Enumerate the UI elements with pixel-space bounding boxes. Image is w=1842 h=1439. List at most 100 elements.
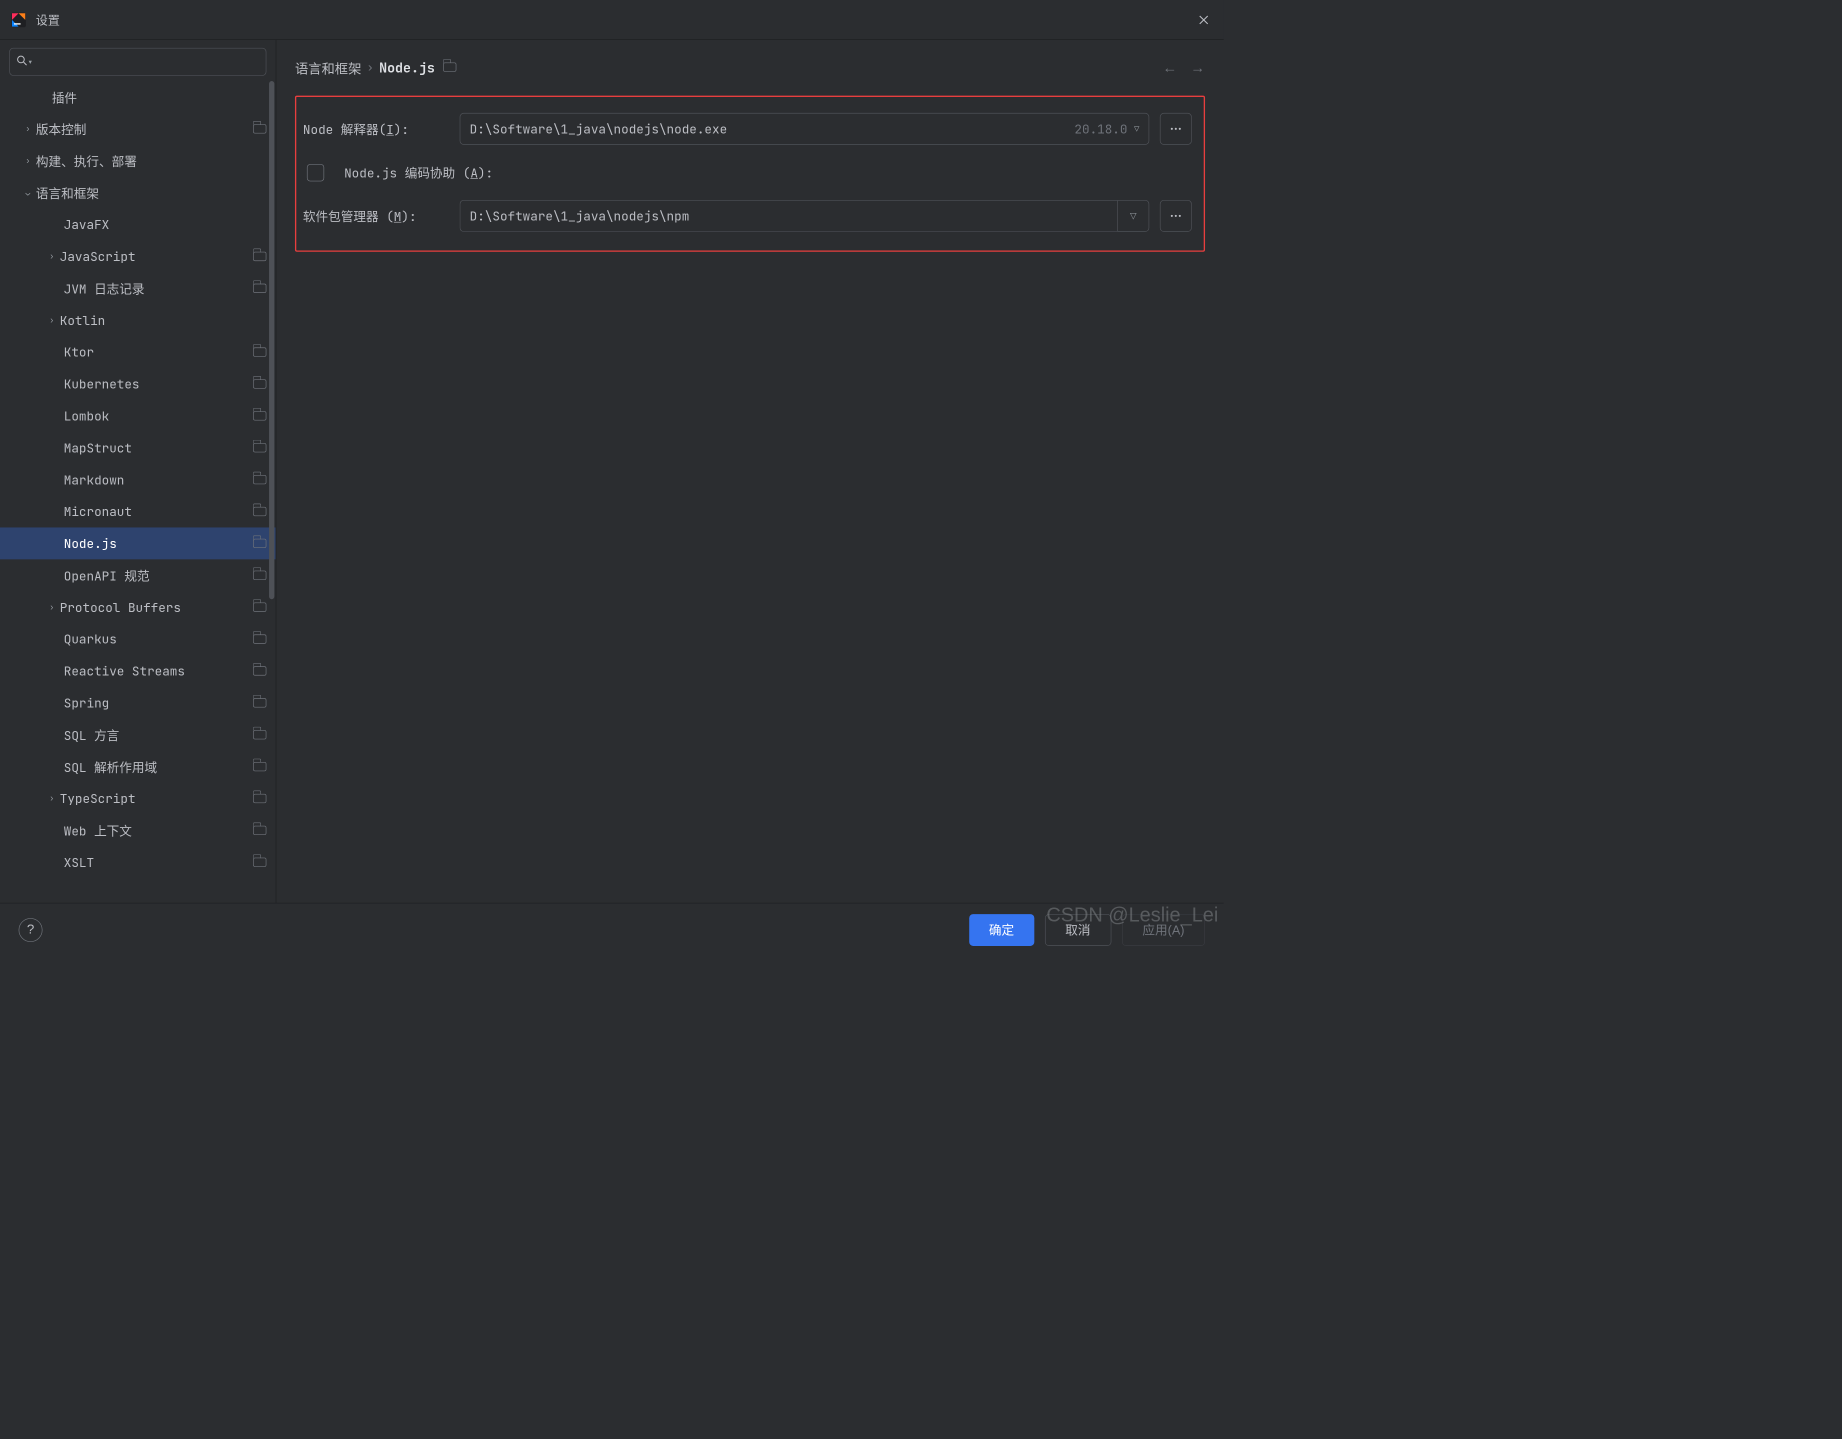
chevron-right-icon: › xyxy=(44,251,60,262)
chevron-down-icon: ▽ xyxy=(1130,211,1137,222)
ellipsis-icon xyxy=(1170,128,1181,131)
chevron-right-icon: › xyxy=(44,602,60,613)
project-scope-icon xyxy=(253,379,266,388)
coding-assist-checkbox[interactable] xyxy=(307,164,324,181)
sidebar-item-label: MapStruct xyxy=(64,439,253,456)
sidebar-item[interactable]: ›JavaScript xyxy=(0,240,276,272)
chevron-right-icon: › xyxy=(20,124,36,135)
sidebar-item[interactable]: ›TypeScript xyxy=(0,783,276,815)
close-button[interactable] xyxy=(1193,9,1214,30)
sidebar-item[interactable]: Kubernetes xyxy=(0,368,276,400)
project-scope-icon xyxy=(253,284,266,293)
sidebar-item[interactable]: Lombok xyxy=(0,400,276,432)
chevron-down-icon: ⌄ xyxy=(20,187,36,198)
package-manager-value: D:\Software\1_java\nodejs\npm xyxy=(470,208,1108,225)
sidebar-item[interactable]: Web 上下文 xyxy=(0,814,276,846)
project-scope-icon xyxy=(253,347,266,356)
coding-assist-label: Node.js 编码协助 (A): xyxy=(344,163,493,181)
sidebar-item[interactable]: SQL 方言 xyxy=(0,719,276,751)
close-icon xyxy=(1198,14,1209,25)
sidebar-item-label: TypeScript xyxy=(60,790,253,807)
search-input[interactable]: ▾ xyxy=(9,48,266,76)
sidebar-item-label: Lombok xyxy=(64,408,253,425)
chevron-right-icon: › xyxy=(20,155,36,166)
nav-forward-button[interactable]: → xyxy=(1190,59,1205,76)
sidebar-item[interactable]: ›构建、执行、部署 xyxy=(0,145,276,177)
project-scope-icon xyxy=(253,443,266,452)
sidebar-item[interactable]: ›Kotlin xyxy=(0,304,276,336)
sidebar-item-label: Reactive Streams xyxy=(64,663,253,680)
sidebar-item[interactable]: XSLT xyxy=(0,846,276,878)
sidebar-item[interactable]: ›Protocol Buffers xyxy=(0,591,276,623)
titlebar: 设置 xyxy=(0,0,1224,40)
project-scope-icon xyxy=(253,475,266,484)
window-title: 设置 xyxy=(36,11,60,28)
sidebar-item[interactable]: 插件 xyxy=(0,81,276,113)
package-manager-browse-button[interactable] xyxy=(1160,200,1192,232)
project-scope-icon xyxy=(253,603,266,612)
package-manager-row: 软件包管理器 (M): D:\Software\1_java\nodejs\np… xyxy=(303,200,1192,232)
ok-button[interactable]: 确定 xyxy=(969,914,1034,946)
project-scope-icon xyxy=(253,571,266,580)
sidebar-item-label: Ktor xyxy=(64,344,253,361)
breadcrumb-root[interactable]: 语言和框架 xyxy=(295,58,361,77)
sidebar-item[interactable]: JVM 日志记录 xyxy=(0,272,276,304)
sidebar-item[interactable]: Spring xyxy=(0,687,276,719)
sidebar-item-label: Node.js xyxy=(64,535,253,552)
sidebar-item-label: SQL 方言 xyxy=(64,726,253,744)
sidebar-item[interactable]: Micronaut xyxy=(0,496,276,528)
interpreter-browse-button[interactable] xyxy=(1160,113,1192,145)
breadcrumb: 语言和框架 › Node.js ← → xyxy=(295,52,1205,84)
sidebar-item-label: XSLT xyxy=(64,854,253,871)
project-scope-icon xyxy=(253,507,266,516)
package-manager-dropdown-button[interactable]: ▽ xyxy=(1117,200,1149,232)
interpreter-value: D:\Software\1_java\nodejs\node.exe xyxy=(470,121,1075,138)
breadcrumb-leaf: Node.js xyxy=(379,59,435,76)
sidebar-item-label: JVM 日志记录 xyxy=(64,279,253,297)
sidebar-item[interactable]: OpenAPI 规范 xyxy=(0,559,276,591)
package-manager-field[interactable]: D:\Software\1_java\nodejs\npm xyxy=(460,200,1118,232)
ellipsis-icon xyxy=(1170,215,1181,218)
coding-assist-row: Node.js 编码协助 (A): xyxy=(303,163,1192,181)
sidebar-item[interactable]: MapStruct xyxy=(0,432,276,464)
sidebar-item-label: Web 上下文 xyxy=(64,821,253,839)
main-area: ▾ 插件›版本控制›构建、执行、部署⌄语言和框架JavaFX›JavaScrip… xyxy=(0,40,1224,903)
project-scope-icon xyxy=(253,539,266,548)
sidebar-item-label: 插件 xyxy=(52,88,267,106)
chevron-right-icon: › xyxy=(44,793,60,804)
sidebar-item-label: Spring xyxy=(64,695,253,712)
sidebar-item[interactable]: Quarkus xyxy=(0,623,276,655)
interpreter-version: 20.18.0 xyxy=(1074,121,1127,138)
sidebar-item[interactable]: Markdown xyxy=(0,464,276,496)
sidebar-item[interactable]: SQL 解析作用域 xyxy=(0,751,276,783)
project-scope-icon xyxy=(253,698,266,707)
project-scope-icon xyxy=(253,634,266,643)
dialog-footer: ? 确定 取消 应用(A) xyxy=(0,903,1224,956)
project-scope-icon xyxy=(253,858,266,867)
sidebar-item[interactable]: JavaFX xyxy=(0,209,276,241)
sidebar-item[interactable]: ›版本控制 xyxy=(0,113,276,145)
sidebar-item-label: 语言和框架 xyxy=(36,184,267,202)
cancel-button[interactable]: 取消 xyxy=(1045,914,1111,946)
project-scope-icon xyxy=(253,411,266,420)
sidebar-item[interactable]: Node.js xyxy=(0,527,276,559)
help-button[interactable]: ? xyxy=(19,918,43,942)
settings-tree[interactable]: 插件›版本控制›构建、执行、部署⌄语言和框架JavaFX›JavaScriptJ… xyxy=(0,81,276,903)
project-scope-icon xyxy=(253,666,266,675)
scrollbar-thumb[interactable] xyxy=(269,81,274,599)
nav-back-button[interactable]: ← xyxy=(1163,59,1178,76)
sidebar-item-label: Kubernetes xyxy=(64,376,253,393)
package-manager-label: 软件包管理器 (M): xyxy=(303,207,449,225)
sidebar-item-label: Kotlin xyxy=(60,312,267,329)
sidebar-item[interactable]: ⌄语言和框架 xyxy=(0,177,276,209)
sidebar-item-label: JavaScript xyxy=(60,248,253,265)
sidebar-item-label: Micronaut xyxy=(64,503,253,520)
interpreter-dropdown[interactable]: D:\Software\1_java\nodejs\node.exe 20.18… xyxy=(460,113,1150,145)
sidebar-item[interactable]: Reactive Streams xyxy=(0,655,276,687)
chevron-right-icon: › xyxy=(44,315,60,326)
content-panel: 语言和框架 › Node.js ← → Node 解释器(I): D:\Soft… xyxy=(276,40,1223,903)
sidebar-item-label: Protocol Buffers xyxy=(60,599,253,616)
project-scope-icon xyxy=(443,60,456,75)
highlighted-form: Node 解释器(I): D:\Software\1_java\nodejs\n… xyxy=(295,96,1205,252)
sidebar-item[interactable]: Ktor xyxy=(0,336,276,368)
